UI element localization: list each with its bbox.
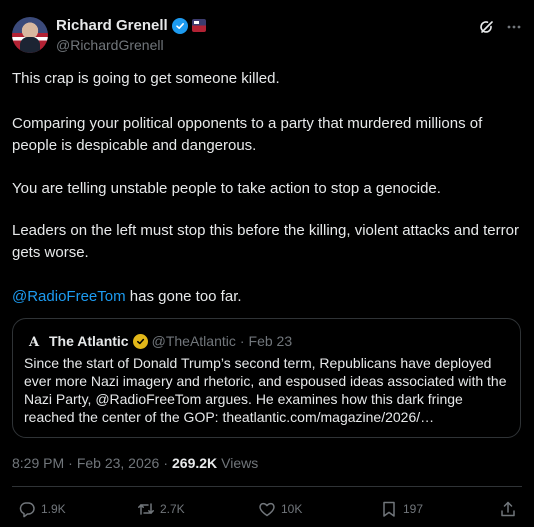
bookmark-count: 197 bbox=[403, 502, 424, 516]
reply-icon bbox=[19, 502, 35, 518]
repost-icon bbox=[138, 503, 154, 515]
divider bbox=[12, 486, 522, 487]
views-count[interactable]: 269.2K bbox=[172, 455, 217, 471]
mention-suffix: has gone too far. bbox=[125, 288, 242, 305]
quote-text: Since the start of Donald Trump’s second… bbox=[24, 355, 507, 425]
author-handle[interactable]: @RichardGrenell bbox=[56, 37, 164, 53]
tweet-paragraph-3: You are telling unstable people to take … bbox=[12, 180, 441, 197]
like-icon bbox=[259, 502, 275, 517]
tweet-paragraph-4: Leaders on the left must stop this befor… bbox=[12, 222, 519, 261]
like-button[interactable]: 10K bbox=[258, 500, 302, 518]
verified-badge-icon[interactable] bbox=[171, 17, 188, 34]
share-button[interactable] bbox=[499, 500, 517, 518]
flag-badge-icon bbox=[191, 19, 206, 32]
bookmark-icon bbox=[383, 501, 395, 517]
mention-link[interactable]: @RadioFreeTom bbox=[12, 288, 126, 305]
views-label: Views bbox=[221, 455, 259, 471]
author-name-row: Richard Grenell bbox=[56, 17, 206, 34]
quoted-tweet-card[interactable]: A The Atlantic @TheAtlantic · Feb 23 Sin… bbox=[12, 318, 521, 438]
quote-author-name[interactable]: The Atlantic bbox=[49, 333, 129, 349]
meta-separator-2: · bbox=[163, 455, 168, 471]
reply-button[interactable]: 1.9K bbox=[18, 500, 66, 518]
quote-author-handle[interactable]: @TheAtlantic bbox=[152, 333, 236, 349]
like-count: 10K bbox=[281, 502, 303, 516]
quote-date[interactable]: Feb 23 bbox=[249, 333, 293, 349]
tweet-paragraph-2: Comparing your political opponents to a … bbox=[12, 115, 483, 154]
quote-avatar-logo[interactable]: A bbox=[26, 334, 42, 350]
tweet-paragraph-5: @RadioFreeTom has gone too far. bbox=[12, 286, 527, 308]
tweet-date[interactable]: Feb 23, 2026 bbox=[77, 455, 160, 471]
tweet-time[interactable]: 8:29 PM bbox=[12, 455, 64, 471]
quote-header: The Atlantic @TheAtlantic · Feb 23 bbox=[49, 333, 292, 349]
tweet: Richard Grenell @RichardGrenell This cra… bbox=[0, 0, 534, 527]
grok-icon[interactable] bbox=[478, 18, 496, 36]
more-icon[interactable] bbox=[505, 18, 523, 36]
reply-count: 1.9K bbox=[41, 502, 66, 516]
bookmark-button[interactable]: 197 bbox=[380, 500, 423, 518]
share-icon bbox=[501, 501, 515, 517]
quote-separator: · bbox=[239, 333, 245, 349]
quote-verified-badge-icon bbox=[132, 333, 148, 349]
meta-separator-1: · bbox=[68, 455, 73, 471]
avatar[interactable] bbox=[12, 17, 48, 53]
repost-count: 2.7K bbox=[160, 502, 185, 516]
tweet-meta-row: 8:29 PM · Feb 23, 2026 · 269.2K Views bbox=[12, 455, 258, 471]
author-display-name[interactable]: Richard Grenell bbox=[56, 17, 168, 34]
repost-button[interactable]: 2.7K bbox=[137, 500, 185, 518]
tweet-paragraph-1: This crap is going to get someone killed… bbox=[12, 70, 280, 87]
